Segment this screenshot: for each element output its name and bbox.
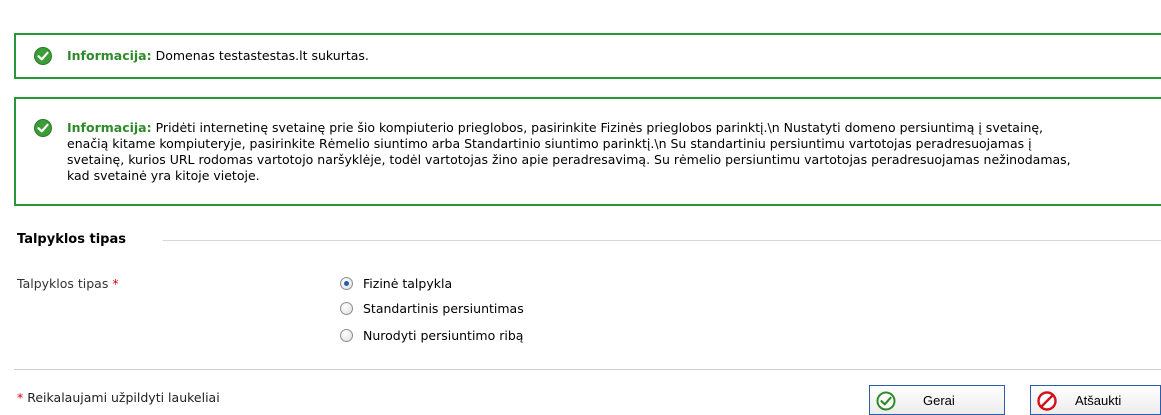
required-fields-note: * Reikalaujami užpildyti laukeliai	[17, 390, 220, 405]
info-body: Domenas testastestas.lt sukurtas.	[155, 48, 369, 63]
hosting-type-label: Talpyklos tipas *	[17, 276, 119, 291]
success-check-icon	[34, 47, 52, 65]
required-marker: *	[112, 276, 119, 291]
success-check-icon	[34, 119, 52, 137]
info-label: Informacija:	[67, 48, 152, 63]
info-message-domain-created: Informacija: Domenas testastestas.lt suk…	[14, 33, 1161, 79]
info-message-text: Informacija: Pridėti internetinę svetain…	[67, 120, 1087, 184]
hosting-type-label-text: Talpyklos tipas	[17, 276, 109, 291]
info-message-hosting-help: Informacija: Pridėti internetinę svetain…	[14, 97, 1161, 206]
radio-button[interactable]	[340, 328, 353, 342]
radio-option-standard-forwarding[interactable]: Standartinis persiuntimas	[340, 299, 524, 317]
radio-option-physical-hosting[interactable]: Fizinė talpykla	[340, 274, 452, 292]
info-message-text: Informacija: Domenas testastestas.lt suk…	[67, 48, 369, 64]
radio-option-label: Fizinė talpykla	[363, 275, 453, 291]
info-label: Informacija:	[67, 120, 152, 135]
section-title: Talpyklos tipas	[17, 232, 126, 247]
radio-button[interactable]	[340, 301, 353, 315]
radio-option-frame-forwarding[interactable]: Nurodyti persiuntimo ribą	[340, 326, 523, 344]
info-body: Pridėti internetinę svetainę prie šio ko…	[67, 120, 1071, 183]
footer-divider	[14, 369, 1161, 370]
cancel-button[interactable]: Atšaukti	[1030, 385, 1161, 415]
required-fields-text: Reikalaujami užpildyti laukeliai	[27, 390, 220, 405]
required-marker: *	[17, 390, 24, 405]
radio-option-label: Standartinis persiuntimas	[363, 300, 524, 316]
section-divider	[163, 240, 1161, 241]
ok-button-label: Gerai	[923, 393, 955, 408]
ok-button[interactable]: Gerai	[869, 385, 1005, 415]
radio-button-checked[interactable]	[340, 276, 353, 290]
cancel-icon	[1037, 391, 1057, 411]
radio-option-label: Nurodyti persiuntimo ribą	[363, 327, 524, 343]
cancel-button-label: Atšaukti	[1075, 393, 1122, 408]
check-icon	[876, 391, 896, 411]
